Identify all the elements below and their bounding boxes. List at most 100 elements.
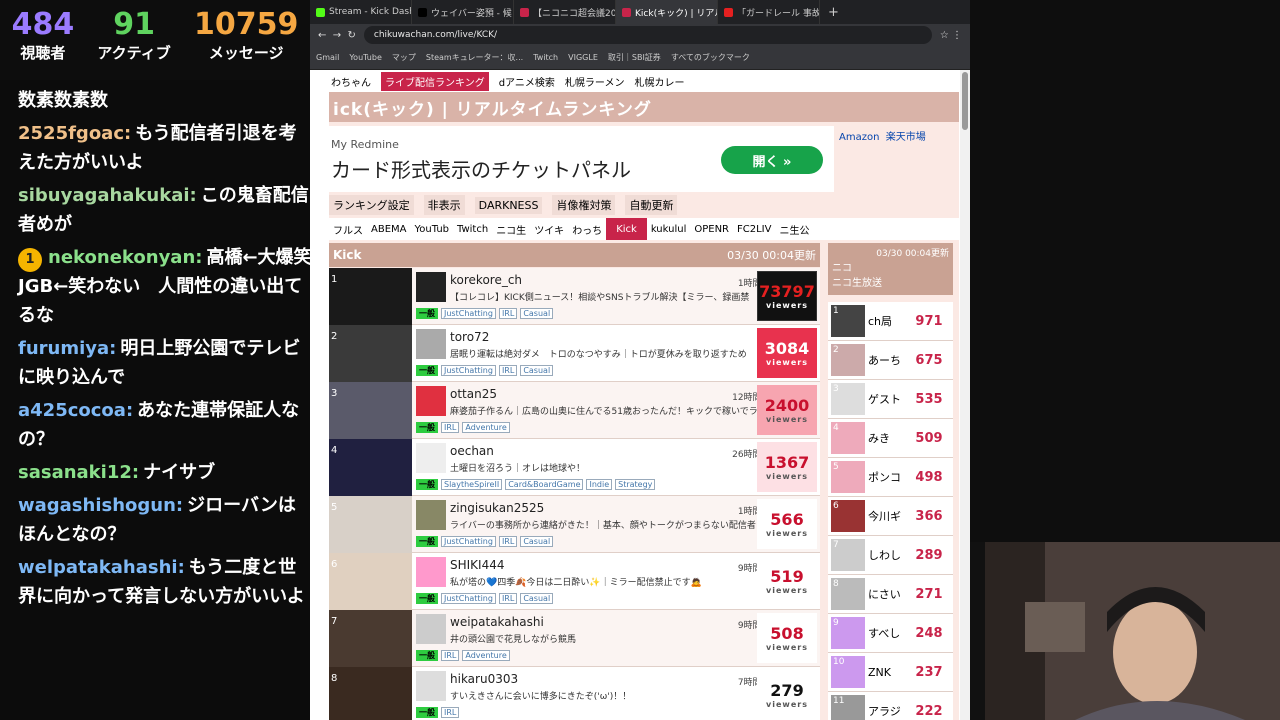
tag[interactable]: IRL (441, 650, 460, 661)
site-nav-item[interactable]: 札幌カレー (634, 74, 684, 89)
nico-name[interactable]: すべし (868, 625, 906, 641)
table-row[interactable]: 2 toro7213分居眠り運転は絶対ダメ トロのなつやすみ｜トロが夏休みを取り返… (329, 325, 820, 382)
tag[interactable]: JustChatting (441, 308, 496, 319)
tag[interactable]: JustChatting (441, 365, 496, 376)
platform-tab[interactable]: ニ生公 (775, 222, 813, 237)
control-4[interactable]: 自動更新 (625, 195, 678, 215)
nico-row[interactable]: 11 アラジ 222 (828, 692, 953, 720)
tag[interactable]: Indie (586, 479, 613, 490)
stream-thumbnail[interactable]: 6 (329, 553, 412, 610)
streamer-avatar[interactable] (416, 272, 446, 302)
nico-name[interactable]: しわし (868, 547, 906, 563)
bookmark-item[interactable]: 取引｜SBI証券 (608, 52, 661, 63)
nico-row[interactable]: 9 すべし 248 (828, 614, 953, 653)
stream-thumbnail[interactable]: 4 (329, 439, 412, 496)
tag[interactable]: Card&BoardGame (505, 479, 584, 490)
scrollbar[interactable] (960, 70, 970, 720)
table-row[interactable]: 4oechan26時間45分土曜日を沼ろう｜オレは地球や！一般SlaytheSp… (329, 439, 820, 496)
streamer-avatar[interactable] (416, 443, 446, 473)
tag[interactable]: IRL (498, 593, 518, 604)
nico-row[interactable]: 3 ゲスト 535 (828, 380, 953, 419)
nico-name[interactable]: アラジ (868, 703, 906, 719)
reload-icon[interactable]: ↻ (348, 30, 356, 41)
stream-thumbnail[interactable]: 7 (329, 610, 412, 667)
bookmark-item[interactable]: すべてのブックマーク (671, 52, 750, 63)
platform-tab[interactable]: Twitch (453, 224, 492, 235)
table-row[interactable]: 1 korekore_ch1時間28分【コレコレ】KICK側ニュース！相談やSNS… (329, 268, 820, 325)
streamer-avatar[interactable] (416, 614, 446, 644)
nico-avatar[interactable]: 10 (831, 656, 865, 688)
browser-tab[interactable]: Kick(キック) | リアルタ (616, 0, 718, 24)
scroll-thumb[interactable] (962, 72, 968, 130)
tag[interactable]: Adventure (462, 650, 510, 661)
menu-icon[interactable]: ⋮ (952, 30, 962, 41)
nico-name[interactable]: あーち (868, 352, 906, 368)
tag[interactable]: Casual (520, 536, 554, 547)
forward-icon[interactable]: → (333, 30, 341, 41)
site-nav-item[interactable]: 札幌ラーメン (565, 74, 625, 89)
nico-row[interactable]: 8 にさい 271 (828, 575, 953, 614)
browser-tab[interactable]: 【ニコニコ超会議2024 (514, 0, 616, 24)
streamer-avatar[interactable] (416, 671, 446, 701)
tag[interactable]: IRL (498, 536, 518, 547)
platform-tab[interactable]: ニコ生 (492, 222, 530, 237)
new-tab-icon[interactable]: + (820, 5, 847, 20)
platform-tab[interactable]: FC2LIV (733, 224, 775, 235)
bookmark-item[interactable]: Twitch (533, 53, 558, 62)
platform-tab[interactable]: ABEMA (367, 224, 411, 235)
tag[interactable]: Casual (520, 593, 554, 604)
nico-name[interactable]: みき (868, 430, 906, 446)
star-icon[interactable]: ☆ (940, 30, 949, 41)
tag[interactable]: JustChatting (441, 536, 496, 547)
nico-avatar[interactable]: 8 (831, 578, 865, 610)
tag[interactable]: IRL (441, 707, 460, 718)
tag[interactable]: Adventure (462, 422, 510, 433)
tag[interactable]: Strategy (615, 479, 656, 490)
table-row[interactable]: 5 zingisukan25251時間58分ライバーの事務所から連絡がきた！｜基本… (329, 496, 820, 553)
stream-thumbnail[interactable]: 2 (329, 325, 412, 382)
nico-name[interactable]: にさい (868, 586, 906, 602)
nico-row[interactable]: 6 今川ギ 366 (828, 497, 953, 536)
nico-avatar[interactable]: 2 (831, 344, 865, 376)
tag[interactable]: Casual (520, 308, 554, 319)
bookmark-item[interactable]: Steamキュレーター：収... (426, 52, 523, 63)
back-icon[interactable]: ← (318, 30, 326, 41)
stream-thumbnail[interactable]: 8 (329, 667, 412, 720)
streamer-avatar[interactable] (416, 500, 446, 530)
bookmark-item[interactable]: YouTube (349, 53, 382, 62)
nico-avatar[interactable]: 3 (831, 383, 865, 415)
nico-row[interactable]: 7 しわし 289 (828, 536, 953, 575)
nico-avatar[interactable]: 6 (831, 500, 865, 532)
control-2[interactable]: DARKNESS (474, 196, 543, 214)
platform-tab[interactable]: わっち (568, 222, 606, 237)
platform-tab[interactable]: YouTub (411, 224, 454, 235)
table-row[interactable]: 3 ottan2512時間19分麻婆茄子作るん｜広島の山奥に住んでる51歳おったん… (329, 382, 820, 439)
nico-avatar[interactable]: 4 (831, 422, 865, 454)
tag[interactable]: IRL (498, 308, 518, 319)
nico-avatar[interactable]: 7 (831, 539, 865, 571)
nico-avatar[interactable]: 11 (831, 695, 865, 720)
tag[interactable]: JustChatting (441, 593, 496, 604)
streamer-avatar[interactable] (416, 386, 446, 416)
platform-tab[interactable]: フルス (329, 222, 367, 237)
tag[interactable]: Casual (520, 365, 554, 376)
platform-tab[interactable]: kukulul (647, 224, 691, 235)
nico-avatar[interactable]: 1 (831, 305, 865, 337)
nico-avatar[interactable]: 5 (831, 461, 865, 493)
platform-tab[interactable]: OPENR (690, 224, 733, 235)
tag[interactable]: IRL (498, 365, 518, 376)
control-3[interactable]: 肖像権対策 (552, 195, 616, 215)
table-row[interactable]: 6 SHIKI4449時間21分私が塔の💙四季🍂今日は二日酔い✨｜ミラー配信禁止で… (329, 553, 820, 610)
nico-name[interactable]: ch局 (868, 313, 906, 329)
site-nav-item[interactable]: ライブ配信ランキング (381, 71, 489, 91)
nico-row[interactable]: 5 ポンコ 498 (828, 458, 953, 497)
control-1[interactable]: 非表示 (423, 195, 465, 215)
nico-name[interactable]: ポンコ (868, 469, 906, 485)
platform-tab[interactable]: ツイキ (530, 222, 568, 237)
nico-avatar[interactable]: 9 (831, 617, 865, 649)
rakuten-link[interactable]: 楽天市場 (886, 132, 926, 143)
streamer-name[interactable]: toro72 (450, 330, 790, 344)
nico-name[interactable]: ゲスト (868, 391, 906, 407)
ad-banner[interactable]: My Redmine カード形式表示のチケットパネル 開く » (329, 126, 834, 192)
stream-thumbnail[interactable]: 1 (329, 268, 412, 325)
